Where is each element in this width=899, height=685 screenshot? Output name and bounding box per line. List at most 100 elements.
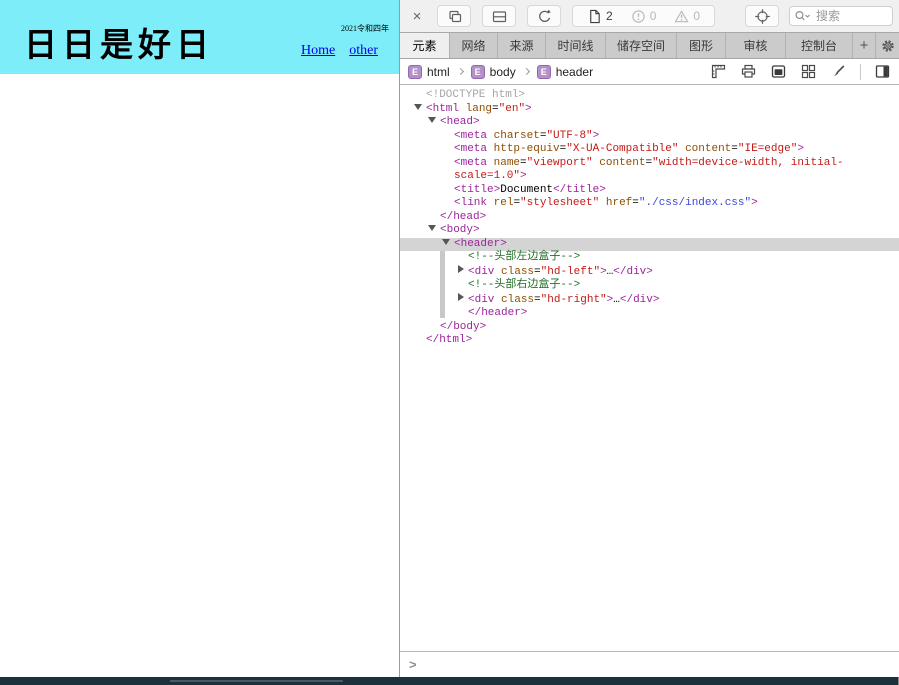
code-line[interactable]: <meta http-equiv="X-UA-Compatible" conte… (400, 143, 899, 157)
nav-link-other[interactable]: other (349, 43, 378, 59)
rulers-button[interactable] (710, 63, 727, 80)
code-token: <!DOCTYPE html> (426, 89, 525, 101)
code-token: "X-UA-Compatible" (566, 143, 678, 155)
document-icon (587, 9, 602, 24)
code-line[interactable]: </body> (400, 321, 899, 335)
detach-inspector-button[interactable] (437, 5, 471, 27)
toggle-sidebar-button[interactable] (874, 63, 891, 80)
collapse-triangle-icon[interactable] (414, 104, 422, 110)
crosshair-target-icon (754, 8, 771, 25)
toolbar-divider (860, 64, 861, 80)
code-line[interactable]: <!DOCTYPE html> (400, 89, 899, 103)
code-token: class (501, 294, 534, 306)
add-tab-button[interactable]: + (853, 33, 876, 58)
code-token: > (751, 197, 758, 209)
code-line[interactable]: <header> (400, 238, 899, 252)
paint-flashing-button[interactable] (830, 63, 847, 80)
code-line[interactable]: </html> (400, 334, 899, 348)
code-line[interactable]: <!--头部左边盒子--> (400, 251, 899, 265)
code-line[interactable]: <head> (400, 116, 899, 130)
expand-triangle-icon[interactable] (458, 293, 464, 301)
code-token: <div (468, 294, 494, 306)
code-token: "hd-right" (541, 294, 607, 306)
inspector-tab[interactable]: 审核 (726, 33, 786, 58)
inspector-tab[interactable]: 时间线 (546, 33, 606, 58)
nav-link-home[interactable]: Home (301, 43, 335, 59)
code-token: </div> (613, 266, 653, 278)
appearance-button[interactable] (770, 63, 787, 80)
page-title: 日日是好日 (24, 18, 214, 66)
reload-page-button[interactable] (527, 5, 561, 27)
code-line[interactable]: <div class="hd-left">…</div> (400, 265, 899, 280)
print-styles-button[interactable] (740, 63, 757, 80)
code-token: <body> (440, 224, 480, 236)
breadcrumb-label: body (490, 65, 516, 79)
code-line[interactable]: <meta name="viewport" content="width=dev… (400, 157, 899, 171)
inspector-tab[interactable]: 网络 (450, 33, 498, 58)
code-token: <title> (454, 184, 500, 196)
inspector-tab[interactable]: 来源 (498, 33, 546, 58)
code-token: … (613, 294, 620, 306)
code-line[interactable]: <meta charset="UTF-8"> (400, 130, 899, 144)
detach-window-icon (446, 8, 463, 25)
quick-console[interactable]: > (400, 651, 899, 677)
code-line[interactable]: <div class="hd-right">…</div> (400, 293, 899, 308)
expand-triangle-icon[interactable] (458, 265, 464, 273)
breadcrumb-bar: Ehtml Ebody Eheader (400, 59, 899, 85)
resource-count-button[interactable]: 2 (587, 9, 613, 24)
code-line[interactable]: <html lang="en"> (400, 103, 899, 117)
collapse-triangle-icon[interactable] (428, 225, 436, 231)
settings-tab-button[interactable] (876, 33, 899, 58)
breadcrumb-item-html[interactable]: Ehtml (408, 65, 450, 79)
warning-count: 0 (693, 9, 700, 23)
search-icon (794, 10, 811, 23)
code-line[interactable]: <link rel="stylesheet" href="./css/index… (400, 197, 899, 211)
code-line[interactable]: </header> (400, 307, 899, 321)
code-token: <header> (454, 238, 507, 250)
code-token: = (520, 157, 527, 169)
code-token: "en" (499, 103, 525, 115)
code-line[interactable]: <!--头部右边盒子--> (400, 279, 899, 293)
breadcrumb-separator-icon (457, 68, 464, 75)
code-token: <!--头部左边盒子--> (468, 251, 580, 263)
code-line[interactable]: scale=1.0"> (400, 170, 899, 184)
code-token: "./css/index.css" (639, 197, 751, 209)
resource-count: 2 (606, 9, 613, 23)
code-token: content (599, 157, 645, 169)
site-header: 日日是好日 2021令和四年 Homeother (0, 0, 399, 74)
code-token: = (731, 143, 738, 155)
console-prompt: > (409, 657, 417, 672)
collapse-triangle-icon[interactable] (442, 239, 450, 245)
code-token: "viewport" (527, 157, 593, 169)
code-token: "IE=edge" (738, 143, 797, 155)
code-token: rel (494, 197, 514, 209)
close-inspector-button[interactable]: × (408, 7, 426, 25)
search-field[interactable] (789, 6, 893, 26)
element-selection-button[interactable] (745, 5, 779, 27)
code-token: <div (468, 266, 494, 278)
code-token: > (600, 266, 607, 278)
code-token (599, 197, 606, 209)
inspector-tab[interactable]: 储存空间 (606, 33, 677, 58)
code-token (487, 197, 494, 209)
code-token: charset (494, 130, 540, 142)
code-token: content (685, 143, 731, 155)
screen: 日日是好日 2021令和四年 Homeother × (0, 0, 899, 685)
inspector-tab[interactable]: 元素 (400, 33, 450, 58)
inspector-tab[interactable]: 图形 (677, 33, 726, 58)
collapse-triangle-icon[interactable] (428, 117, 436, 123)
breadcrumb-item-body[interactable]: Ebody (471, 65, 516, 79)
code-token: </body> (440, 321, 486, 333)
warning-count-button[interactable]: 0 (674, 9, 700, 24)
code-line[interactable]: </head> (400, 211, 899, 225)
inspector-tab[interactable]: 控制台 (786, 33, 853, 58)
issue-count-button[interactable]: 0 (631, 9, 657, 24)
code-line[interactable]: <title>Document</title> (400, 184, 899, 198)
dock-to-bottom-button[interactable] (482, 5, 516, 27)
code-line[interactable]: <body> (400, 224, 899, 238)
breadcrumb-item-header[interactable]: Eheader (537, 65, 593, 79)
code-token: <html (426, 103, 459, 115)
code-token: <meta (454, 157, 487, 169)
grid-overlay-button[interactable] (800, 63, 817, 80)
code-token (487, 143, 494, 155)
